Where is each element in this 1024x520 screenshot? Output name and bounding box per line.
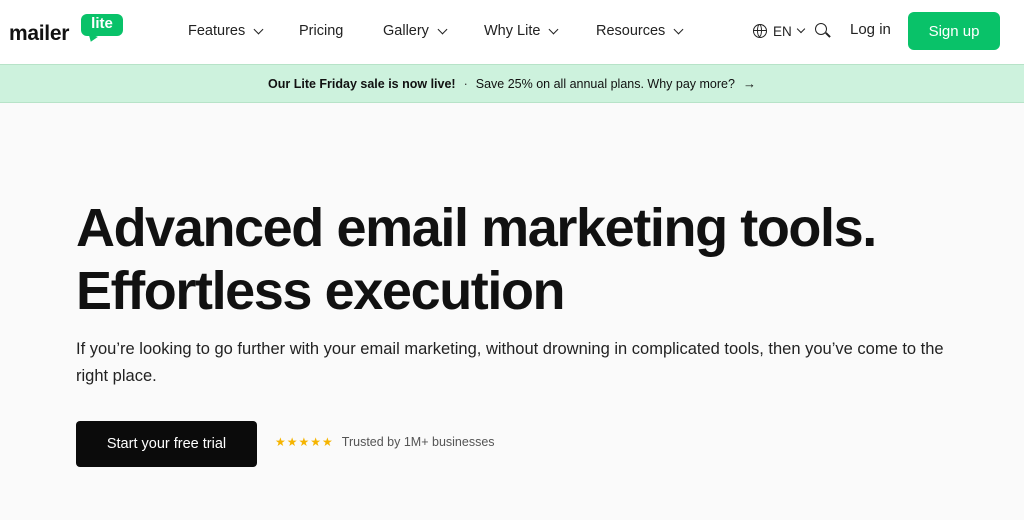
nav-resources[interactable]: Resources: [596, 20, 684, 42]
logo-badge: lite: [81, 14, 123, 36]
globe-icon: [753, 24, 767, 38]
chevron-down-icon: [437, 24, 448, 34]
signup-button[interactable]: Sign up: [908, 12, 1000, 50]
site-header: mailer lite Features Pricing Gallery Why…: [0, 0, 1024, 64]
language-label: EN: [773, 23, 792, 39]
logo-badge-text: lite: [91, 15, 113, 32]
trust-text: Trusted by 1M+ businesses: [341, 435, 495, 449]
nav-label: Why Lite: [484, 23, 541, 39]
logo-wordmark: mailer: [9, 22, 70, 45]
mailerlite-logo[interactable]: mailer lite: [9, 14, 123, 46]
trust-rating: ★★★★★ Trusted by 1M+ businesses: [275, 435, 495, 449]
headline-line-1: Advanced email marketing tools.: [76, 198, 877, 258]
promo-text: Save 25% on all annual plans. Why pay mo…: [475, 76, 735, 91]
promo-banner[interactable]: Our Lite Friday sale is now live! · Save…: [0, 64, 1024, 103]
nav-pricing[interactable]: Pricing: [299, 20, 343, 42]
chevron-down-icon: [673, 24, 684, 34]
chevron-down-icon: [796, 24, 806, 34]
start-free-trial-button[interactable]: Start your free trial: [76, 421, 257, 467]
hero-headline: Advanced email marketing tools. Effortle…: [76, 197, 976, 323]
hero-subcopy: If you’re looking to go further with you…: [76, 340, 944, 385]
login-link[interactable]: Log in: [850, 21, 891, 38]
nav-label: Pricing: [299, 23, 344, 39]
nav-why-lite[interactable]: Why Lite: [484, 20, 559, 42]
search-icon[interactable]: [815, 23, 831, 39]
arrow-right-icon: →: [742, 76, 756, 91]
promo-headline: Our Lite Friday sale is now live!: [268, 76, 456, 91]
nav-gallery[interactable]: Gallery: [383, 20, 448, 42]
nav-label: Features: [188, 23, 246, 39]
chevron-down-icon: [253, 24, 264, 34]
language-selector[interactable]: EN: [753, 20, 806, 42]
promo-separator: ·: [463, 76, 468, 91]
nav-label: Resources: [596, 23, 666, 39]
headline-line-2: Effortless execution: [76, 261, 566, 321]
star-rating-icon: ★★★★★: [275, 435, 334, 449]
chevron-down-icon: [548, 24, 559, 34]
nav-features[interactable]: Features: [188, 20, 264, 42]
nav-label: Gallery: [383, 23, 429, 39]
